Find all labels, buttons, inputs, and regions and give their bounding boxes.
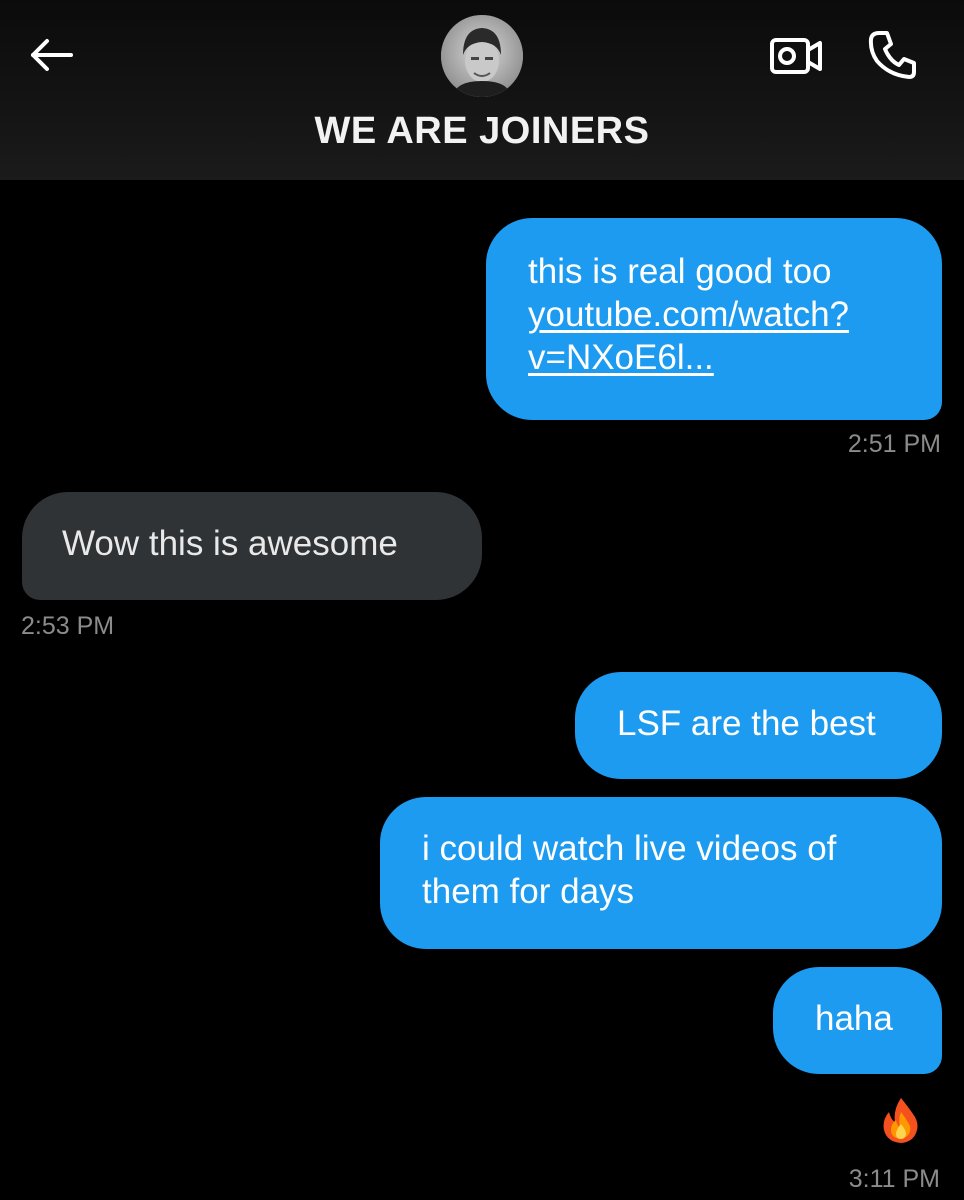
message-link[interactable]: youtube.com/watch? (528, 293, 912, 336)
outgoing-message-bubble[interactable]: i could watch live videos of them for da… (380, 797, 942, 949)
message-text: i could watch live videos of (422, 829, 837, 868)
message-text: Wow this is awesome (62, 524, 398, 563)
conversation-header: WE ARE JOINERS (0, 0, 964, 180)
outgoing-message-bubble[interactable]: this is real good too youtube.com/watch?… (486, 218, 942, 420)
contact-avatar[interactable] (441, 15, 523, 97)
incoming-message-bubble[interactable]: Wow this is awesome (22, 492, 482, 600)
message-link-continuation[interactable]: v=NXoE6l... (528, 336, 912, 379)
message-text: this is real good too (528, 252, 832, 291)
fire-reaction-icon[interactable] (879, 1096, 923, 1144)
outgoing-message-bubble[interactable]: haha (773, 967, 942, 1074)
message-timestamp: 2:51 PM (847, 430, 941, 458)
message-timestamp: 2:53 PM (21, 612, 115, 640)
message-text-continuation: them for days (422, 872, 635, 911)
conversation-title: WE ARE JOINERS (314, 110, 650, 152)
outgoing-message-bubble[interactable]: LSF are the best (575, 672, 942, 779)
video-call-button[interactable] (766, 30, 826, 82)
arrow-left-icon (31, 39, 73, 71)
message-timestamp: 3:11 PM (848, 1165, 940, 1193)
message-text: haha (815, 999, 893, 1038)
back-button[interactable] (24, 30, 78, 80)
video-camera-icon (770, 38, 822, 74)
phone-icon (868, 31, 916, 79)
message-text: LSF are the best (617, 704, 876, 743)
phone-call-button[interactable] (862, 26, 922, 84)
